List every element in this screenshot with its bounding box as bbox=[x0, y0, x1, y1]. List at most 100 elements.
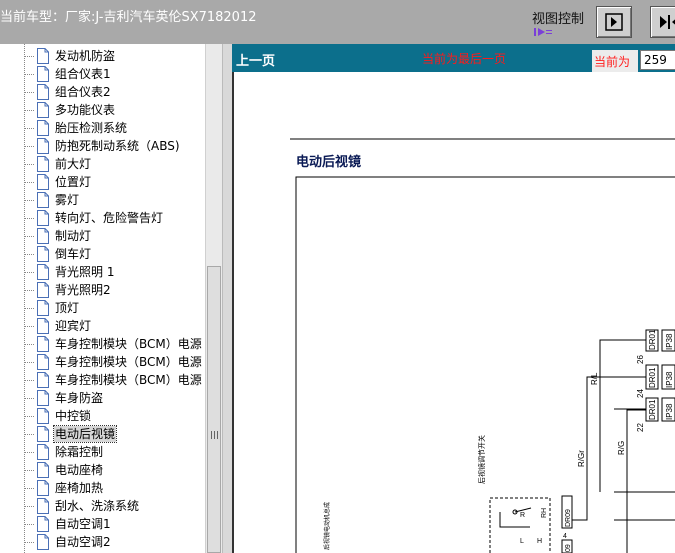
tree-item[interactable]: 电动座椅 bbox=[24, 461, 206, 479]
view-control-label: 视图控制 bbox=[532, 12, 585, 27]
tree-connector bbox=[24, 380, 34, 381]
tree-item-label: 自动空调2 bbox=[55, 535, 111, 549]
tree-connector bbox=[24, 146, 34, 147]
tree-connector bbox=[24, 470, 34, 471]
prev-page-link[interactable]: 上一页 bbox=[236, 50, 275, 69]
tree-item[interactable]: 车身防盗 bbox=[24, 389, 206, 407]
tree-item-label: 车身防盗 bbox=[55, 391, 104, 405]
tree-item[interactable]: 车身控制模块（BCM）电源 bbox=[24, 335, 206, 353]
tree-item-label: 胎压检测系统 bbox=[55, 121, 128, 135]
next-page-button[interactable] bbox=[596, 6, 632, 38]
tree-item[interactable]: 雾灯 bbox=[24, 191, 206, 209]
wire-rgr-label: R/Gr bbox=[577, 450, 586, 467]
document-icon bbox=[37, 156, 49, 172]
tree-connector bbox=[24, 452, 34, 453]
tree-connector bbox=[24, 416, 34, 417]
tree-connector bbox=[24, 542, 34, 543]
document-icon bbox=[37, 138, 49, 154]
tree-item[interactable]: 位置灯 bbox=[24, 173, 206, 191]
tree-item[interactable]: 顶灯 bbox=[24, 299, 206, 317]
tree-item-label: 自动空调1 bbox=[55, 517, 111, 531]
tree-item[interactable]: 座椅加热 bbox=[24, 479, 206, 497]
tree-item[interactable]: 防抱死制动系统（ABS) bbox=[24, 137, 206, 155]
tree-item[interactable]: 制动灯 bbox=[24, 227, 206, 245]
tree-item[interactable]: 倒车灯 bbox=[24, 245, 206, 263]
pin-24-label: 24 bbox=[636, 389, 645, 398]
panel-splitter[interactable] bbox=[222, 44, 232, 553]
document-icon bbox=[37, 516, 49, 532]
view-control-icon[interactable] bbox=[533, 26, 553, 38]
switch-label: 后视镜调节开关 bbox=[477, 435, 486, 484]
tree-item-label: 发动机防盗 bbox=[55, 49, 116, 63]
tree-item-label: 位置灯 bbox=[55, 175, 92, 189]
arrow-right-bar-icon bbox=[605, 13, 623, 31]
tree-item[interactable]: 除霜控制 bbox=[24, 443, 206, 461]
document-icon bbox=[37, 264, 49, 280]
switch-h-label: H bbox=[537, 538, 542, 545]
connector-dr01-c-label: DR01 bbox=[648, 399, 657, 420]
document-icon bbox=[37, 390, 49, 406]
grip-icon bbox=[211, 431, 218, 439]
scrollbar-thumb[interactable] bbox=[207, 266, 221, 553]
tree-item[interactable]: 发动机防盗 bbox=[24, 47, 206, 65]
tree-item[interactable]: 车身控制模块（BCM）电源 bbox=[24, 353, 206, 371]
document-icon bbox=[37, 120, 49, 136]
tree-item[interactable]: 迎宾灯 bbox=[24, 317, 206, 335]
document-icon bbox=[37, 102, 49, 118]
tree-item-label: 车身控制模块（BCM）电源 bbox=[55, 337, 202, 351]
tree-item[interactable]: 刮水、洗涤系统 bbox=[24, 497, 206, 515]
tree-item[interactable]: 背光照明2 bbox=[24, 281, 206, 299]
fit-page-button[interactable] bbox=[650, 6, 675, 38]
document-icon bbox=[37, 336, 49, 352]
document-icon bbox=[37, 84, 49, 100]
tree-item[interactable]: 多功能仪表 bbox=[24, 101, 206, 119]
tree-item[interactable]: 转向灯、危险警告灯 bbox=[24, 209, 206, 227]
document-icon bbox=[37, 66, 49, 82]
tree-item-label: 组合仪表2 bbox=[55, 85, 111, 99]
tree-connector bbox=[24, 290, 34, 291]
switch-r-label: R bbox=[520, 512, 525, 519]
tree-item[interactable]: 自动空调2 bbox=[24, 533, 206, 551]
tree-item[interactable]: 组合仪表2 bbox=[24, 83, 206, 101]
document-icon bbox=[37, 318, 49, 334]
tree-connector bbox=[24, 326, 34, 327]
tree-panel: 发动机防盗组合仪表1 组合仪表2 多功能仪表胎压检测系统防抱死制动系统（ABS) 前大… bbox=[0, 44, 222, 553]
tree-item-label: 除霜控制 bbox=[55, 445, 104, 459]
document-icon bbox=[37, 480, 49, 496]
tree-scrollbar[interactable] bbox=[205, 44, 222, 553]
tree-connector bbox=[24, 398, 34, 399]
tree-item[interactable]: 中控锁 bbox=[24, 407, 206, 425]
document-icon bbox=[37, 228, 49, 244]
tree-item[interactable]: 组合仪表1 bbox=[24, 65, 206, 83]
page-number-input[interactable] bbox=[640, 50, 675, 70]
connector-dr09-label: DR09 bbox=[565, 509, 572, 527]
document-icon bbox=[37, 462, 49, 478]
tree-item[interactable]: 胎压检测系统 bbox=[24, 119, 206, 137]
current-page-label-box: 当前为 bbox=[592, 50, 638, 72]
document-icon bbox=[37, 444, 49, 460]
document-icon bbox=[37, 498, 49, 514]
document-icon bbox=[37, 354, 49, 370]
wire-rl-label: R/L bbox=[590, 372, 599, 385]
tree-item-label: 前大灯 bbox=[55, 157, 92, 171]
tree-item-label: 组合仪表1 bbox=[55, 67, 111, 81]
tree-item[interactable]: 电动后视镜 bbox=[24, 425, 206, 443]
tree-item-label: 中控锁 bbox=[55, 409, 92, 423]
last-page-notice: 当前为最后一页 bbox=[422, 52, 507, 66]
connector-ip38-b-label: IP38 bbox=[665, 371, 674, 388]
tree-connector bbox=[24, 200, 34, 201]
tree-connector bbox=[24, 488, 34, 489]
tree-item-label: 刮水、洗涤系统 bbox=[55, 499, 140, 513]
tree-item[interactable]: 自动空调1 bbox=[24, 515, 206, 533]
document-icon bbox=[37, 282, 49, 298]
document-icon bbox=[37, 300, 49, 316]
tree-connector bbox=[24, 362, 34, 363]
tree-item[interactable]: 前大灯 bbox=[24, 155, 206, 173]
tree-item[interactable]: 车身控制模块（BCM）电源 bbox=[24, 371, 206, 389]
current-page-label: 当前为 bbox=[594, 55, 631, 69]
tree-item-label: 电动座椅 bbox=[55, 463, 104, 477]
connector-dr01-a-label: DR01 bbox=[648, 329, 657, 350]
tree-item[interactable]: 背光照明 1 bbox=[24, 263, 206, 281]
tree-item-label: 多功能仪表 bbox=[55, 103, 116, 117]
switch-l-label: L bbox=[520, 538, 524, 545]
